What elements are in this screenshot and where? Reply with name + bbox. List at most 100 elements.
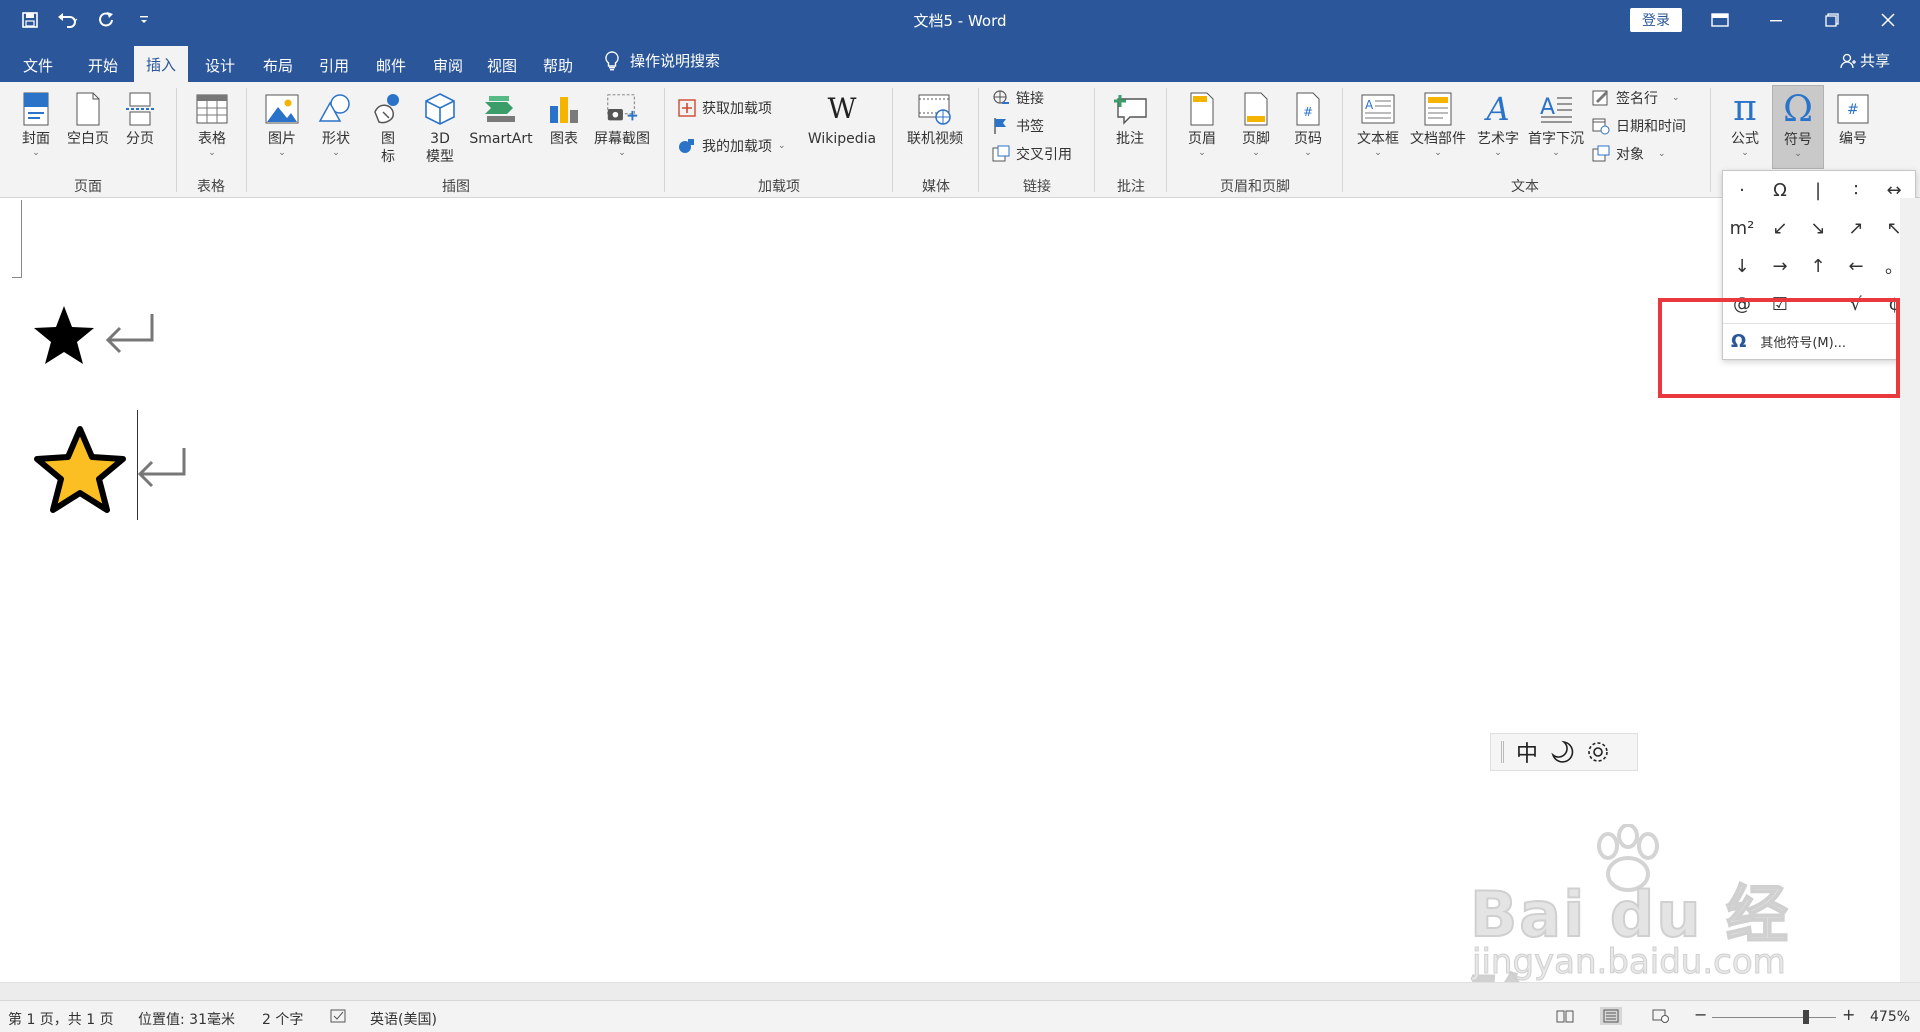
symbol-cell[interactable]: →: [1761, 247, 1799, 285]
cover-page-label: 封面: [22, 131, 50, 147]
drop-cap-button[interactable]: A 首字下沉 ⌄: [1524, 90, 1588, 158]
chart-button[interactable]: 图表: [544, 90, 584, 148]
textbox-button[interactable]: A 文本框 ⌄: [1354, 90, 1402, 158]
equation-button[interactable]: π 公式 ⌄: [1720, 90, 1770, 159]
tab-references[interactable]: 引用: [306, 48, 362, 82]
quick-parts-button[interactable]: 文档部件 ⌄: [1406, 90, 1470, 158]
online-video-button[interactable]: 联机视频: [900, 90, 970, 148]
header-icon: [1184, 90, 1220, 128]
ime-grip-handle[interactable]: [1501, 741, 1504, 763]
cover-page-button[interactable]: 封面 ⌄: [18, 90, 54, 158]
read-mode-icon[interactable]: [1554, 1007, 1576, 1025]
tab-home[interactable]: 开始: [74, 48, 132, 82]
page-number-button[interactable]: # 页码 ⌄: [1288, 90, 1328, 158]
symbol-cell[interactable]: ↑: [1799, 247, 1837, 285]
smartart-button[interactable]: SmartArt: [466, 90, 536, 148]
moon-icon[interactable]: [1550, 740, 1574, 764]
group-divider: [1166, 88, 1167, 192]
login-button[interactable]: 登录: [1630, 8, 1682, 32]
bookmark-button[interactable]: 书签: [992, 116, 1044, 136]
zoom-in-icon[interactable]: +: [1842, 1005, 1855, 1024]
3d-models-button[interactable]: 3D 模型: [420, 90, 460, 166]
tab-layout[interactable]: 布局: [250, 48, 306, 82]
calendar-clock-icon: [1592, 117, 1610, 135]
footer-button[interactable]: 页脚 ⌄: [1236, 90, 1276, 158]
vertical-scrollbar[interactable]: [1900, 198, 1920, 982]
group-divider: [246, 88, 247, 192]
get-addins-button[interactable]: 获取加载项: [678, 98, 772, 118]
signature-line-button[interactable]: 签名行 ⌄: [1592, 88, 1680, 108]
date-time-button[interactable]: 日期和时间: [1592, 116, 1686, 136]
symbol-cell[interactable]: ↘: [1799, 209, 1837, 247]
tab-view[interactable]: 视图: [476, 48, 528, 82]
tab-help[interactable]: 帮助: [530, 48, 586, 82]
yellow-star-symbol[interactable]: [32, 424, 128, 516]
link-button[interactable]: 链接: [992, 88, 1044, 108]
tab-design[interactable]: 设计: [192, 48, 248, 82]
horizontal-scrollbar[interactable]: [0, 982, 1920, 1000]
symbol-cell[interactable]: ↓: [1723, 247, 1761, 285]
wikipedia-button[interactable]: W Wikipedia: [804, 90, 880, 148]
page-break-button[interactable]: 分页: [122, 90, 158, 148]
page-break-icon: [122, 90, 158, 128]
share-button[interactable]: 共享: [1840, 50, 1890, 71]
symbol-cell[interactable]: ∶: [1837, 171, 1875, 209]
cover-page-icon: [18, 90, 54, 128]
icons-button[interactable]: 图 标: [370, 90, 406, 166]
position-status[interactable]: 位置值: 31毫米: [138, 1009, 235, 1029]
restore-icon[interactable]: [1804, 0, 1860, 40]
page-count-status[interactable]: 第 1 页，共 1 页: [8, 1009, 114, 1029]
tab-file[interactable]: 文件: [10, 48, 66, 82]
zoom-slider[interactable]: [1712, 1017, 1836, 1018]
comment-button[interactable]: 批注: [1108, 90, 1152, 148]
tab-review[interactable]: 审阅: [420, 48, 476, 82]
wordart-icon: A: [1486, 90, 1510, 128]
close-icon[interactable]: [1860, 0, 1916, 40]
minimize-icon[interactable]: [1748, 0, 1804, 40]
zoom-out-icon[interactable]: −: [1694, 1005, 1707, 1024]
symbol-cell[interactable]: m²: [1723, 209, 1761, 247]
symbol-cell[interactable]: ↗: [1837, 209, 1875, 247]
symbol-cell[interactable]: ↙: [1761, 209, 1799, 247]
drop-cap-label: 首字下沉: [1528, 131, 1584, 147]
gear-icon[interactable]: [1586, 740, 1610, 764]
zoom-slider-thumb[interactable]: [1803, 1010, 1810, 1024]
title-bar: 文档5 - Word 登录: [0, 0, 1920, 40]
symbol-cell[interactable]: |: [1799, 171, 1837, 209]
proofing-icon[interactable]: [330, 1009, 348, 1029]
object-button[interactable]: 对象 ⌄: [1592, 144, 1666, 164]
tab-mailings[interactable]: 邮件: [362, 48, 420, 82]
symbol-button[interactable]: Ω 符号 ⌄: [1772, 85, 1824, 169]
zoom-level[interactable]: 475%: [1870, 1009, 1910, 1025]
word-count-status[interactable]: 2 个字: [262, 1009, 303, 1029]
screenshot-button[interactable]: 屏幕截图 ⌄: [590, 90, 654, 158]
header-button[interactable]: 页眉 ⌄: [1182, 90, 1222, 158]
tell-me-search[interactable]: 操作说明搜索: [604, 50, 720, 71]
ribbon-display-options-icon[interactable]: [1692, 0, 1748, 40]
bookmark-flag-icon: [992, 117, 1010, 135]
symbol-cell[interactable]: ←: [1837, 247, 1875, 285]
symbol-cell[interactable]: ·: [1723, 171, 1761, 209]
shapes-button[interactable]: 形状 ⌄: [316, 90, 356, 158]
table-button[interactable]: 表格 ⌄: [190, 90, 234, 158]
language-status[interactable]: 英语(美国): [370, 1009, 437, 1029]
numbering-button[interactable]: # 编号: [1828, 90, 1878, 148]
black-star-symbol[interactable]: [32, 304, 96, 368]
cross-reference-button[interactable]: 交叉引用: [992, 144, 1072, 164]
watermark-url-text: jingyan.baidu.com: [1472, 942, 1787, 983]
blank-page-label: 空白页: [67, 131, 109, 147]
symbol-cell[interactable]: Ω: [1761, 171, 1799, 209]
wordart-button[interactable]: A 艺术字 ⌄: [1472, 90, 1524, 158]
bookmark-label: 书签: [1016, 119, 1044, 135]
table-icon: [194, 90, 230, 128]
web-layout-icon[interactable]: [1650, 1007, 1672, 1025]
ime-mode-toggle[interactable]: 中: [1516, 736, 1538, 768]
tab-insert[interactable]: 插入: [134, 46, 188, 82]
print-layout-icon[interactable]: [1600, 1007, 1622, 1025]
online-video-icon: [917, 90, 953, 128]
chevron-down-icon: ⌄: [1304, 148, 1312, 158]
my-addins-button[interactable]: 我的加载项 ⌄: [678, 136, 786, 156]
pictures-button[interactable]: 图片 ⌄: [262, 90, 302, 158]
blank-page-button[interactable]: 空白页: [64, 90, 112, 148]
chevron-down-icon: ⌄: [1794, 149, 1802, 159]
